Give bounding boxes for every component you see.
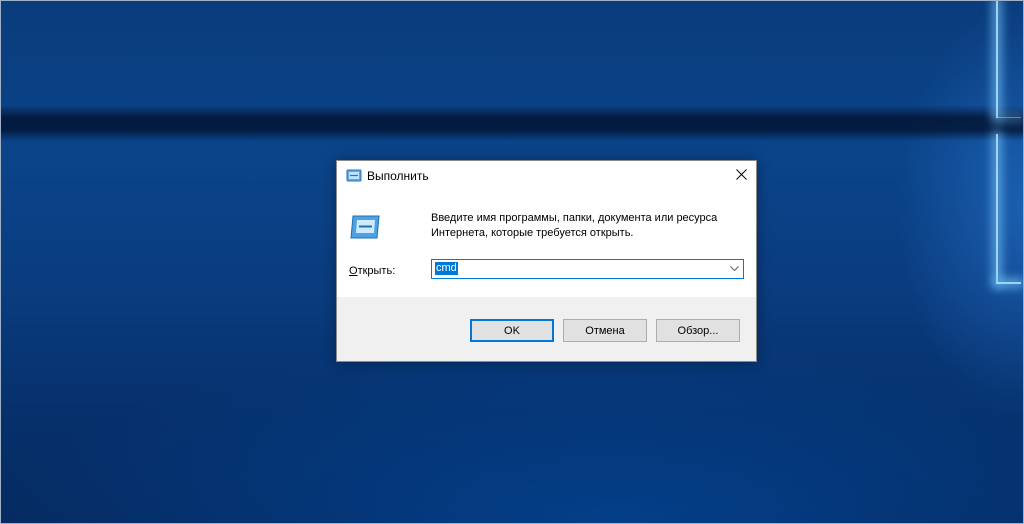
ok-button[interactable]: OK (470, 319, 554, 342)
run-program-icon (349, 214, 381, 240)
open-label-accelerator: О (349, 265, 358, 277)
close-button[interactable] (726, 161, 756, 190)
open-combobox[interactable]: cmd (431, 259, 744, 279)
run-dialog: Выполнить Введите имя программы, папки, … (336, 160, 757, 362)
title-bar[interactable]: Выполнить (337, 161, 756, 190)
run-icon (346, 169, 362, 182)
browse-button[interactable]: Обзор... (656, 319, 740, 342)
windows-logo-edge-bottom (996, 134, 998, 284)
windows-logo-horizontal (997, 282, 1021, 284)
dialog-title: Выполнить (367, 169, 429, 183)
dialog-description: Введите имя программы, папки, документа … (431, 212, 718, 239)
cancel-button[interactable]: Отмена (563, 319, 647, 342)
windows-logo-edge-top (996, 0, 998, 118)
open-label-text: ткрыть: (357, 265, 396, 277)
close-icon (735, 167, 747, 185)
desktop-dark-band (0, 105, 1024, 141)
open-label: Открыть: (349, 265, 395, 277)
chevron-down-icon[interactable] (727, 260, 741, 278)
dialog-content: Введите имя программы, папки, документа … (337, 190, 756, 297)
windows-logo-horizontal-top (997, 117, 1021, 118)
open-input-value[interactable]: cmd (435, 262, 458, 275)
